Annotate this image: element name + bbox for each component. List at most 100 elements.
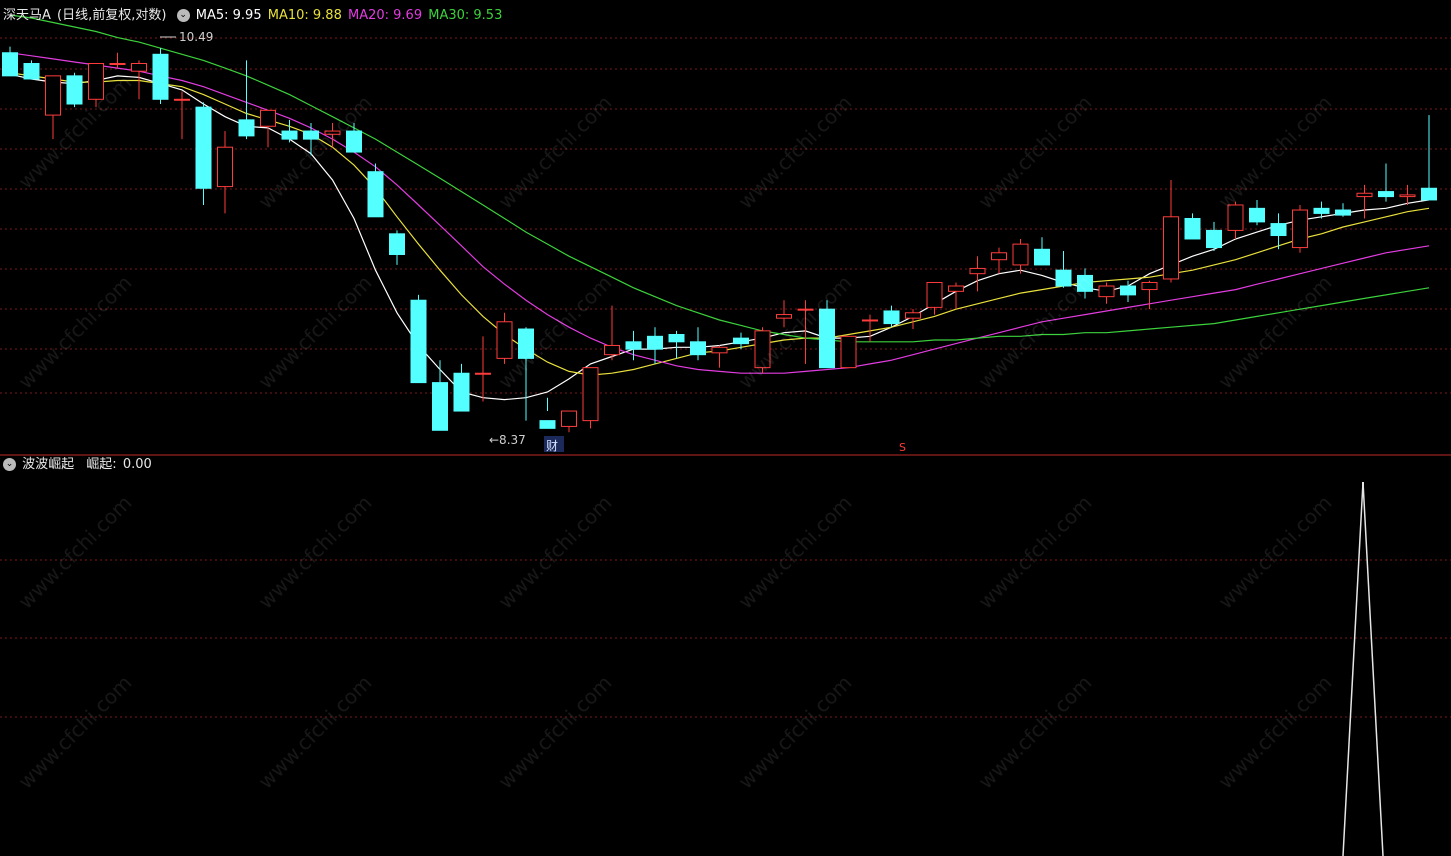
- candlesticks: [2, 46, 1437, 433]
- candle-body: [1141, 281, 1158, 291]
- chevron-down-icon[interactable]: ⌄: [3, 458, 16, 471]
- high-price-label: 10.49: [179, 30, 213, 44]
- ma30-value: MA30: 9.53: [428, 8, 503, 23]
- candle-body: [281, 130, 298, 140]
- candle-body: [625, 341, 642, 350]
- candle-body: [539, 420, 556, 429]
- candle-body: [905, 312, 921, 319]
- candle: [195, 102, 212, 205]
- candle: [281, 119, 298, 143]
- candle-body: [883, 310, 900, 325]
- candle-body: [840, 335, 857, 369]
- candle-body: [969, 267, 986, 275]
- candle: [2, 46, 18, 77]
- candle: [1356, 184, 1373, 219]
- candle: [969, 256, 986, 292]
- main-header: 深天马A (日线,前复权,对数) ⌄ MA5: 9.95 MA10: 9.88 …: [3, 7, 504, 25]
- candle-body: [66, 75, 83, 105]
- candle: [1378, 163, 1394, 202]
- indicator-spike: [1342, 481, 1384, 856]
- candle: [88, 62, 104, 108]
- candle-body: [1249, 207, 1265, 223]
- candle-body: [518, 328, 534, 359]
- candle-body: [1292, 209, 1308, 249]
- candle-body: [1012, 243, 1029, 266]
- candle-body: [496, 321, 513, 359]
- candle: [1184, 213, 1201, 240]
- candle-body: [582, 367, 599, 422]
- ma20-value: MA20: 9.69: [347, 8, 423, 23]
- candle: [131, 60, 147, 100]
- candle: [926, 281, 943, 315]
- candle-body: [453, 372, 470, 412]
- candle-body: [2, 52, 18, 77]
- candle-body: [819, 308, 835, 369]
- candle-body: [217, 146, 233, 188]
- candle-body: [260, 109, 276, 127]
- candle-body: [131, 62, 147, 72]
- candle-body: [1421, 187, 1437, 201]
- cai-marker: 财: [546, 439, 558, 453]
- candle-body: [367, 171, 384, 218]
- candle-body: [303, 130, 319, 140]
- gridlines: [0, 37, 1451, 718]
- moving-average-lines: [9, 14, 1430, 401]
- candle-body: [109, 62, 126, 65]
- candle-body: [561, 410, 577, 427]
- candle-body: [862, 319, 878, 322]
- candle: [948, 282, 964, 310]
- candle-body: [1227, 204, 1244, 231]
- candle: [453, 363, 470, 412]
- indicator-label: 崛起:: [86, 457, 117, 472]
- candle-body: [324, 130, 341, 135]
- candle-body: [991, 252, 1007, 261]
- candle: [23, 60, 40, 80]
- candle-body: [1356, 192, 1373, 198]
- candle-body: [1399, 194, 1416, 198]
- candle-body: [754, 330, 771, 369]
- period-info: (日线,前复权,对数): [57, 8, 167, 23]
- candle-body: [1034, 248, 1050, 266]
- candle: [389, 230, 405, 265]
- s-marker: S: [899, 441, 906, 454]
- candle: [668, 330, 685, 359]
- candle: [66, 72, 83, 108]
- candle: [561, 410, 577, 433]
- candle: [1249, 199, 1265, 226]
- candle: [346, 123, 362, 153]
- candle-body: [1335, 209, 1351, 216]
- candle: [238, 60, 255, 140]
- chevron-down-icon[interactable]: ⌄: [176, 9, 190, 22]
- stock-chart[interactable]: 10.49 ←8.37 财 S: [0, 0, 1451, 856]
- indicator-line: [1342, 481, 1384, 856]
- candle: [1077, 268, 1093, 299]
- indicator-name: 波波崛起: [22, 457, 75, 472]
- candle-body: [926, 281, 943, 308]
- indicator-header: ⌄ 波波崛起 崛起: 0.00: [3, 456, 154, 474]
- candle-body: [1313, 207, 1330, 214]
- candle: [1163, 179, 1179, 283]
- candle: [582, 367, 599, 429]
- candle: [819, 300, 835, 369]
- candle-body: [733, 337, 749, 345]
- candle-body: [1270, 223, 1287, 237]
- ma5-value: MA5: 9.95: [195, 8, 262, 23]
- candle: [475, 336, 491, 402]
- candle-body: [195, 106, 212, 189]
- candle-body: [410, 299, 427, 384]
- candle: [862, 314, 878, 342]
- candle: [109, 52, 126, 69]
- candle: [1055, 251, 1072, 288]
- candle: [1098, 282, 1115, 304]
- candle: [45, 75, 61, 140]
- candle: [1421, 115, 1437, 201]
- candle-body: [1163, 216, 1179, 280]
- candle: [1206, 221, 1222, 252]
- candle: [367, 163, 384, 218]
- candle-body: [668, 333, 685, 343]
- indicator-value: 0.00: [122, 457, 152, 472]
- candle: [518, 327, 534, 421]
- candle-body: [776, 314, 792, 319]
- candle: [217, 131, 233, 214]
- candle: [776, 300, 792, 328]
